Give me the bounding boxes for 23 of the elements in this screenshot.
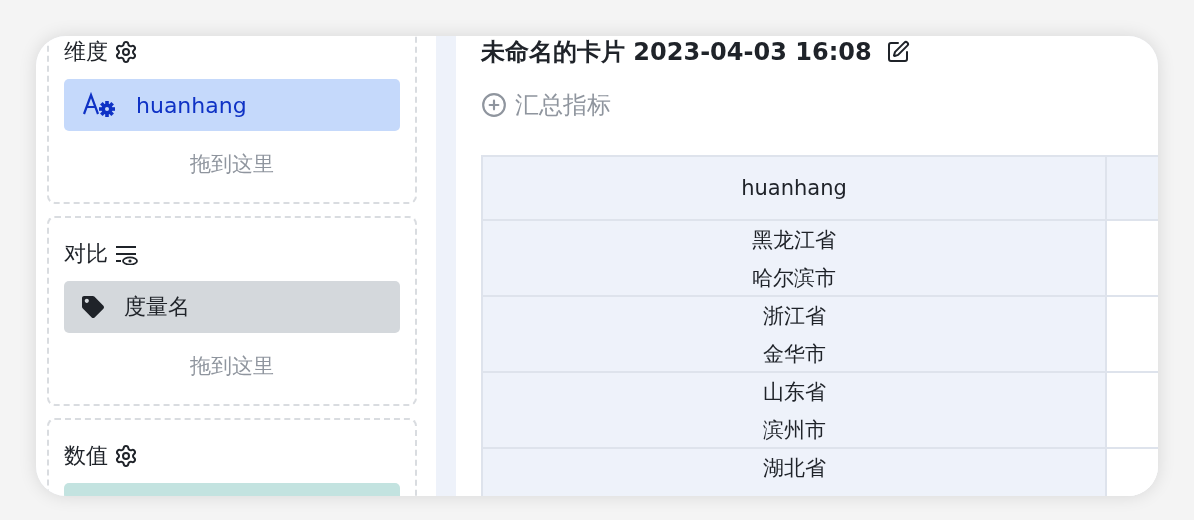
filter-eye-icon[interactable] <box>114 243 140 265</box>
cell-text: 金华市 <box>762 341 826 368</box>
cell-text: 湖北省 <box>762 455 826 482</box>
tag-icon <box>82 296 104 318</box>
settings-icon[interactable] <box>114 444 138 468</box>
plus-circle-icon <box>481 92 507 118</box>
column-header: huanhang <box>483 157 1107 221</box>
text-field-icon <box>82 92 116 118</box>
cell-text: 山东省 <box>762 379 826 406</box>
section-title: 数值 <box>64 442 108 470</box>
cell-text: 哈尔滨市 <box>752 265 836 292</box>
cell-text: 滨州市 <box>762 417 826 444</box>
section-title: 维度 <box>64 38 108 66</box>
drop-hint: 拖到这里 <box>190 353 274 380</box>
card-title: 未命名的卡片 2023-04-03 16:08 <box>481 37 872 68</box>
edit-icon[interactable] <box>885 40 910 64</box>
cell-text: 黑龙江省 <box>752 227 836 254</box>
field-pill[interactable]: 度量名 <box>64 281 400 333</box>
settings-icon[interactable] <box>114 40 138 64</box>
section-title: 对比 <box>64 240 108 268</box>
drop-hint: 拖到这里 <box>190 151 274 178</box>
field-pill[interactable]: huanhang <box>64 79 400 131</box>
cell-text: 浙江省 <box>762 303 826 330</box>
